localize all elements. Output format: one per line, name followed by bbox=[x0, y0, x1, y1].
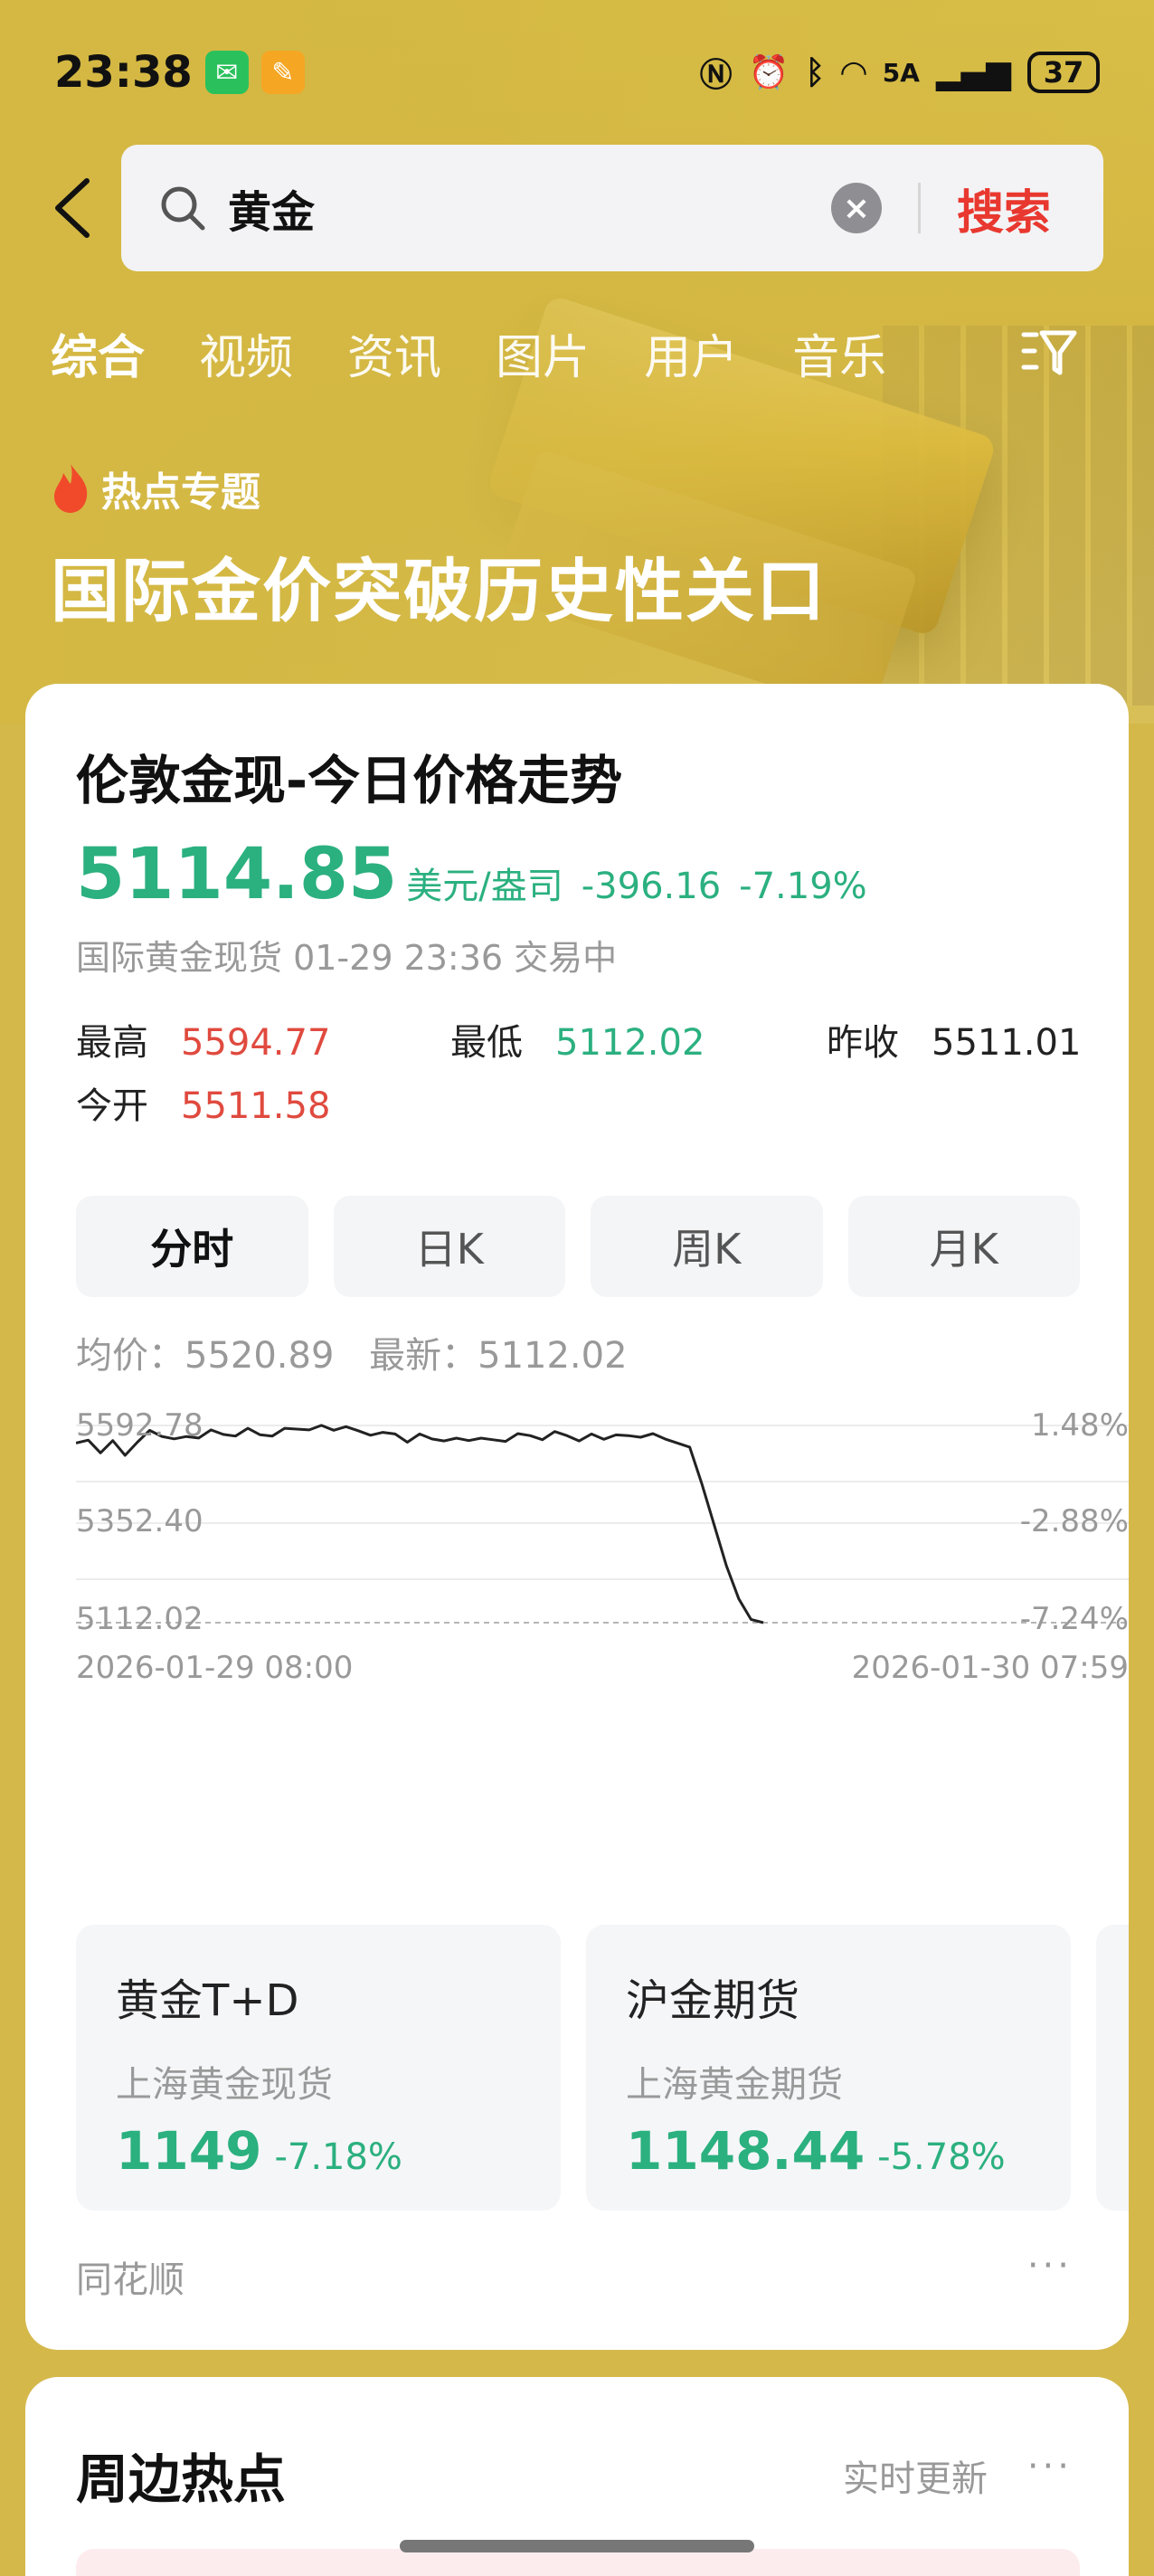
period-tabs: 分时 日K 周K 月K bbox=[76, 1196, 1080, 1297]
quote-card[interactable]: 沪金期货 上海黄金期货 1148.44 -5.78% bbox=[586, 1925, 1071, 2211]
tab-music[interactable]: 音乐 bbox=[792, 319, 886, 387]
filter-icon[interactable] bbox=[1020, 324, 1078, 382]
x-tick-start: 2026-01-29 08:00 bbox=[76, 1650, 354, 1686]
search-divider bbox=[917, 183, 921, 233]
chart-svg bbox=[76, 1424, 1129, 1624]
flame-icon bbox=[54, 464, 88, 513]
stat-label: 最高 bbox=[76, 1022, 148, 1064]
stat-value: 5112.02 bbox=[555, 1022, 705, 1064]
quote-subtitle: 上海黄金现货 bbox=[116, 2064, 333, 2106]
stat-label: 今开 bbox=[76, 1085, 148, 1127]
wechat-icon: ✉ bbox=[204, 51, 249, 94]
tab-news[interactable]: 资讯 bbox=[347, 319, 441, 387]
more-options-icon[interactable]: ··· bbox=[1027, 2245, 1073, 2287]
hot-topic-title[interactable]: 国际金价突破历史性关口 bbox=[51, 535, 827, 635]
stat-low: 最低 5112.02 bbox=[450, 1013, 705, 1065]
quote-price: 1148.44 bbox=[626, 2120, 866, 2182]
latest-price: 最新：5112.02 bbox=[369, 1335, 628, 1377]
quote-subtitle: 上海黄金期货 bbox=[626, 2064, 843, 2106]
signal-bars-icon: ▂▄▆ bbox=[935, 53, 1011, 91]
x-tick-end: 2026-01-30 07:59 bbox=[851, 1650, 1129, 1686]
clear-icon[interactable]: × bbox=[830, 183, 882, 233]
category-tabs: 综合 视频 资讯 图片 用户 音乐 bbox=[51, 317, 941, 389]
alarm-icon: ⏰ bbox=[748, 54, 790, 91]
stat-value: 5594.77 bbox=[181, 1022, 331, 1064]
search-input[interactable]: 黄金 bbox=[228, 176, 315, 240]
avg-latest-row: 均价：5520.89 最新：5112.02 bbox=[76, 1326, 628, 1378]
app-notification-icon: ✎ bbox=[260, 51, 305, 94]
wifi-icon: ◠ bbox=[841, 53, 866, 91]
status-time: 23:38 bbox=[54, 47, 193, 98]
y-tick-right-top: 1.48% bbox=[1030, 1407, 1129, 1444]
bluetooth-icon: ᛒ bbox=[805, 53, 826, 91]
hot-item-placeholder[interactable] bbox=[76, 2549, 1080, 2576]
y-tick-right-bottom: -7.24% bbox=[1019, 1601, 1129, 1637]
quote-pct: -7.18% bbox=[274, 2136, 402, 2178]
tab-monthly-k[interactable]: 月K bbox=[847, 1196, 1080, 1297]
tab-daily-k[interactable]: 日K bbox=[333, 1196, 565, 1297]
tab-images[interactable]: 图片 bbox=[496, 319, 590, 387]
stat-open: 今开 5511.58 bbox=[76, 1076, 330, 1129]
more-options-icon[interactable]: ··· bbox=[1027, 2446, 1073, 2487]
price-row: 5114.85 美元/盎司 -396.16 -7.19% bbox=[76, 834, 867, 915]
y-tick-right-mid: -2.88% bbox=[1019, 1503, 1129, 1539]
price-change-pct: -7.19% bbox=[739, 866, 867, 907]
current-price: 5114.85 bbox=[76, 834, 398, 915]
quote-pct: -5.78% bbox=[877, 2136, 1006, 2178]
status-bar: 23:38 ✉ ✎ Ⓝ ⏰ ᛒ ◠ 5A ▂▄▆ 37 bbox=[0, 36, 1154, 109]
tab-video[interactable]: 视频 bbox=[199, 319, 293, 387]
stat-value: 5511.58 bbox=[181, 1085, 331, 1127]
back-arrow-icon[interactable] bbox=[47, 172, 101, 244]
search-icon bbox=[161, 186, 205, 231]
y-tick-left-mid: 5352.40 bbox=[76, 1503, 203, 1539]
signal-5a-icon: 5A bbox=[882, 57, 920, 88]
tab-weekly-k[interactable]: 周K bbox=[591, 1196, 823, 1297]
hot-topic-label: 热点专题 bbox=[51, 459, 260, 517]
hot-topic-text: 热点专题 bbox=[101, 469, 260, 516]
avg-price: 均价：5520.89 bbox=[76, 1335, 335, 1377]
battery-icon: 37 bbox=[1027, 52, 1100, 93]
price-unit: 美元/盎司 bbox=[406, 866, 563, 907]
quote-title: 黄金T+D bbox=[116, 1975, 299, 2026]
y-tick-left-bottom: 5112.02 bbox=[76, 1601, 203, 1637]
nfc-icon: Ⓝ bbox=[699, 57, 733, 94]
stat-value: 5511.01 bbox=[932, 1022, 1082, 1064]
quote-card[interactable]: 黄金T+D 上海黄金现货 1149 -7.18% bbox=[76, 1925, 561, 2211]
intraday-chart[interactable]: 5592.78 5352.40 5112.02 1.48% -2.88% -7.… bbox=[76, 1407, 1129, 1686]
tab-all[interactable]: 综合 bbox=[51, 319, 145, 387]
tab-users[interactable]: 用户 bbox=[644, 319, 738, 387]
home-indicator[interactable] bbox=[400, 2540, 754, 2552]
price-change: -396.16 bbox=[581, 866, 722, 907]
section-title: 周边热点 bbox=[76, 2448, 287, 2510]
stat-label: 昨收 bbox=[827, 1022, 899, 1064]
tab-intraday[interactable]: 分时 bbox=[76, 1196, 308, 1297]
realtime-update-label[interactable]: 实时更新 bbox=[843, 2449, 988, 2502]
card-title[interactable]: 伦敦金现-今日价格走势 bbox=[76, 738, 622, 814]
related-quotes: 黄金T+D 上海黄金现货 1149 -7.18% 沪金期货 上海黄金期货 114… bbox=[76, 1925, 1129, 2211]
search-bar-row: 黄金 × 搜索 bbox=[0, 145, 1154, 271]
market-info: 国际黄金现货 01-29 23:36 交易中 bbox=[76, 938, 618, 978]
search-button[interactable]: 搜索 bbox=[957, 175, 1051, 242]
quote-title: 沪金期货 bbox=[626, 1975, 800, 2026]
quote-price: 1149 bbox=[116, 2120, 262, 2182]
data-source: 同花顺 bbox=[76, 2259, 184, 2301]
search-box[interactable]: 黄金 × 搜索 bbox=[121, 145, 1103, 271]
stat-high: 最高 5594.77 bbox=[76, 1013, 330, 1065]
quote-card-partial[interactable] bbox=[1096, 1925, 1129, 2211]
y-tick-left-top: 5592.78 bbox=[76, 1407, 203, 1444]
stat-prev-close: 昨收 5511.01 bbox=[827, 1013, 1081, 1065]
gold-price-card: 伦敦金现-今日价格走势 5114.85 美元/盎司 -396.16 -7.19%… bbox=[25, 684, 1129, 2350]
stat-label: 最低 bbox=[450, 1022, 523, 1064]
